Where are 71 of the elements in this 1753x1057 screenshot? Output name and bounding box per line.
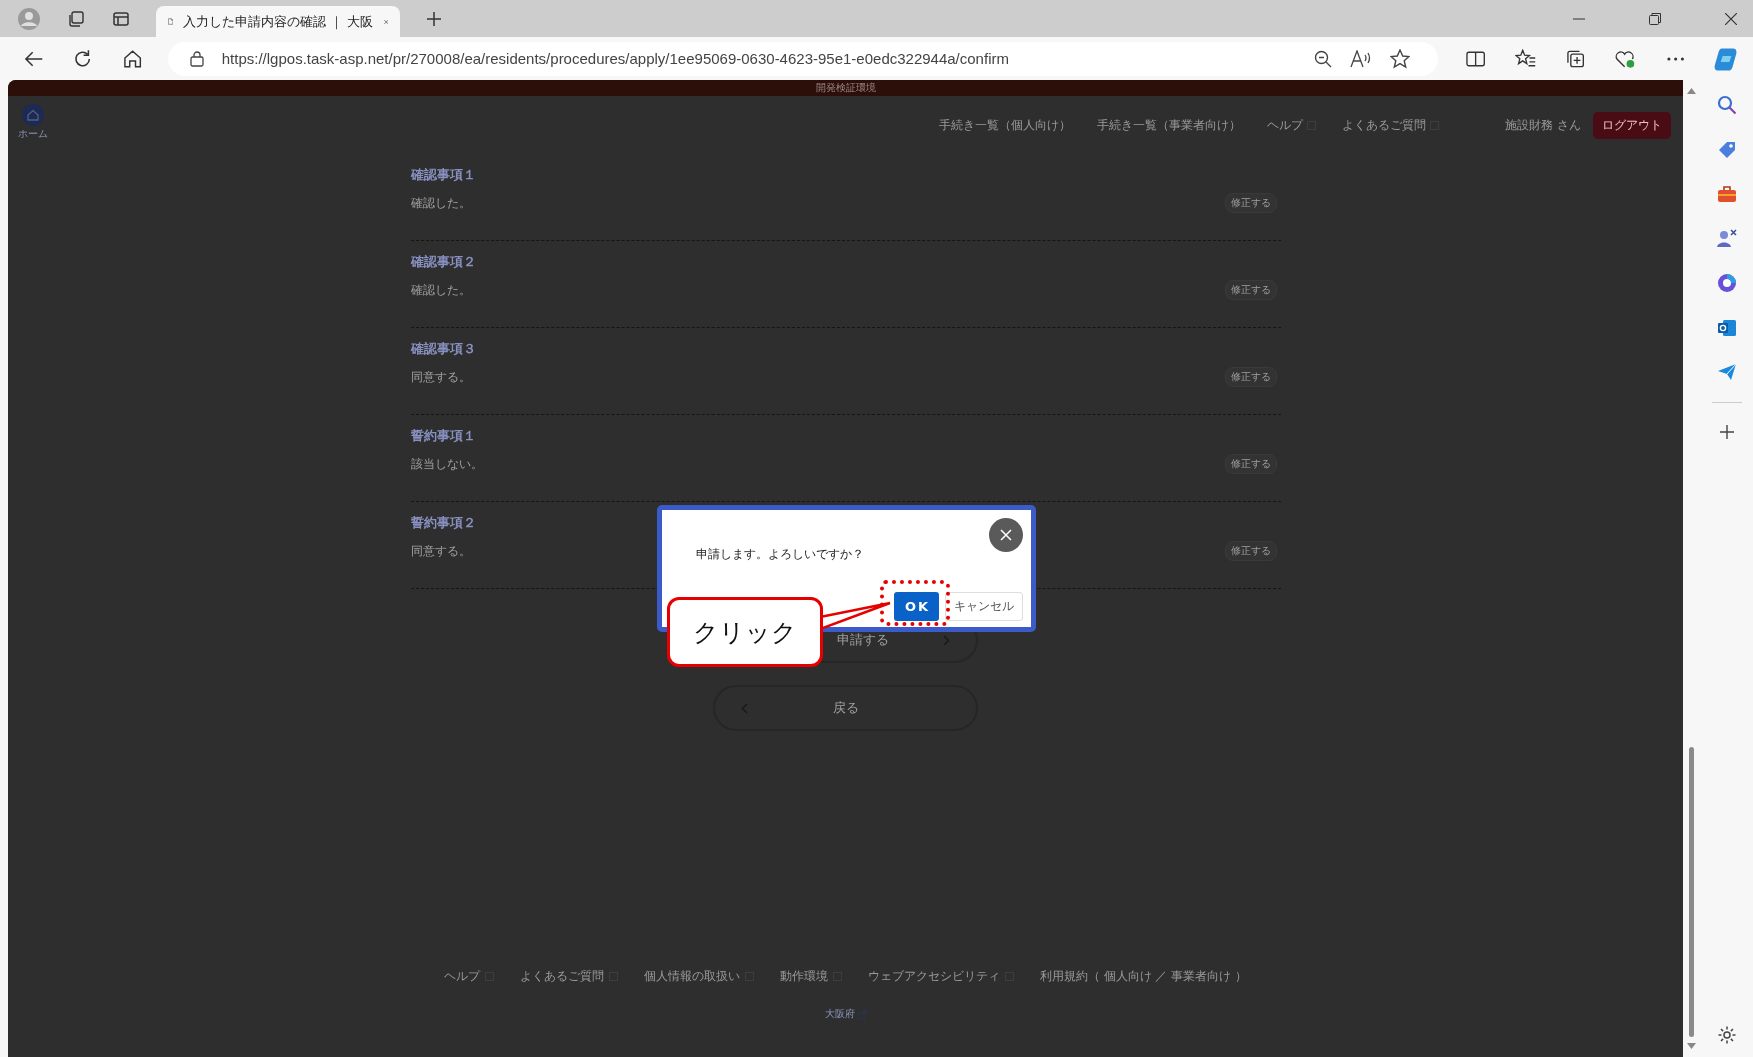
zoom-out-icon[interactable] bbox=[1313, 49, 1332, 68]
footer-link[interactable]: よくあるご質問 bbox=[519, 968, 618, 985]
circle-logo-icon[interactable] bbox=[1716, 273, 1737, 293]
split-screen-icon[interactable] bbox=[1465, 49, 1485, 68]
close-icon bbox=[1000, 529, 1012, 541]
browser-tab[interactable]: 入力した申請内容の確認 ｜ 大阪 bbox=[156, 6, 400, 37]
close-icon[interactable] bbox=[1725, 12, 1737, 25]
home-link[interactable]: ホーム bbox=[18, 104, 48, 141]
collections-icon[interactable] bbox=[1566, 48, 1586, 69]
address-bar[interactable]: https://lgpos.task-asp.net/pr/270008/ea/residents/procedures/apply/1ee95069-0630-4623-95e1-e0edc322944a/confirm bbox=[167, 41, 1438, 76]
close-button[interactable] bbox=[989, 518, 1023, 552]
environment-banner-text: 開発検証環境 bbox=[815, 81, 876, 95]
footer-link[interactable]: 利用規約（ 個人向け ／ 事業者向け ） bbox=[1039, 968, 1248, 985]
home-icon[interactable] bbox=[122, 48, 142, 69]
people-icon[interactable] bbox=[1715, 228, 1738, 248]
send-icon[interactable] bbox=[1716, 363, 1737, 381]
add-icon[interactable] bbox=[1718, 424, 1735, 440]
restore-icon[interactable] bbox=[1649, 12, 1661, 25]
nav-link[interactable]: 手続き一覧（個人向け） bbox=[939, 116, 1072, 134]
item-title: 誓約事項２ bbox=[410, 514, 477, 532]
item-title: 誓約事項１ bbox=[410, 427, 477, 445]
footer-link[interactable]: ヘルプ bbox=[443, 968, 494, 985]
sidebar-toggle-icon[interactable] bbox=[112, 9, 130, 28]
home-icon bbox=[22, 104, 44, 126]
nav-link[interactable]: 手続き一覧（事業者向け） bbox=[1097, 116, 1242, 134]
lock-icon bbox=[189, 50, 204, 67]
logout-button[interactable]: ログアウト bbox=[1593, 111, 1671, 139]
briefcase-icon[interactable] bbox=[1716, 185, 1737, 203]
ok-button[interactable]: OK bbox=[893, 592, 939, 621]
refresh-icon[interactable] bbox=[73, 48, 93, 69]
user-name: 施設財務 さん bbox=[1505, 116, 1581, 134]
footer-link[interactable]: 動作環境 bbox=[779, 968, 842, 985]
search-icon[interactable] bbox=[1716, 95, 1737, 115]
url-text: https://lgpos.task-asp.net/pr/270008/ea/residents/procedures/apply/1ee95069-0630-4623-95e1-e0edc322944a/confirm bbox=[221, 50, 1009, 67]
nav-link[interactable]: よくあるご質問 bbox=[1342, 116, 1440, 134]
item-value: 同意する。 bbox=[410, 369, 471, 386]
edit-button[interactable]: 修正する bbox=[1224, 280, 1277, 300]
item-value: 同意する。 bbox=[410, 543, 471, 560]
mail-app-icon[interactable] bbox=[1716, 318, 1737, 338]
health-icon[interactable] bbox=[1615, 48, 1637, 69]
edit-button[interactable]: 修正する bbox=[1224, 454, 1277, 474]
item-title: 確認事項３ bbox=[410, 340, 477, 358]
copilot-icon[interactable] bbox=[1713, 45, 1739, 72]
read-aloud-icon[interactable] bbox=[1349, 49, 1372, 68]
edit-button[interactable]: 修正する bbox=[1224, 193, 1277, 213]
external-link-icon bbox=[857, 1009, 867, 1019]
item-value: 確認した。 bbox=[410, 195, 471, 212]
item-value: 確認した。 bbox=[410, 282, 471, 299]
scroll-down-icon[interactable] bbox=[1687, 1043, 1696, 1049]
footer-org-link[interactable]: 大阪府 bbox=[824, 1007, 867, 1021]
item-title: 確認事項１ bbox=[410, 166, 477, 184]
back-arrow-icon[interactable] bbox=[24, 49, 44, 68]
item-value: 該当しない。 bbox=[410, 456, 483, 473]
annotation-callout: クリック bbox=[667, 597, 823, 667]
nav-link[interactable]: ヘルプ bbox=[1267, 116, 1317, 134]
item-title: 確認事項２ bbox=[410, 253, 477, 271]
new-tab-icon[interactable] bbox=[426, 10, 442, 27]
settings-icon[interactable] bbox=[1716, 1025, 1737, 1045]
star-icon[interactable] bbox=[1389, 48, 1410, 69]
scrollbar-thumb[interactable] bbox=[1689, 747, 1694, 1037]
edit-button[interactable]: 修正する bbox=[1224, 541, 1277, 561]
edit-button[interactable]: 修正する bbox=[1224, 367, 1277, 387]
back-button[interactable]: 戻る bbox=[713, 685, 978, 731]
scroll-up-icon[interactable] bbox=[1687, 88, 1696, 94]
footer-link[interactable]: 個人情報の取扱い bbox=[643, 968, 754, 985]
footer-link[interactable]: ウェブアクセシビリティ bbox=[867, 968, 1014, 985]
more-icon[interactable] bbox=[1666, 56, 1684, 61]
collections-icon[interactable] bbox=[66, 8, 86, 29]
favorites-icon[interactable] bbox=[1515, 48, 1537, 69]
dialog-message: 申請します。よろしいですか？ bbox=[696, 546, 864, 563]
cancel-button[interactable]: キャンセル bbox=[945, 592, 1023, 621]
